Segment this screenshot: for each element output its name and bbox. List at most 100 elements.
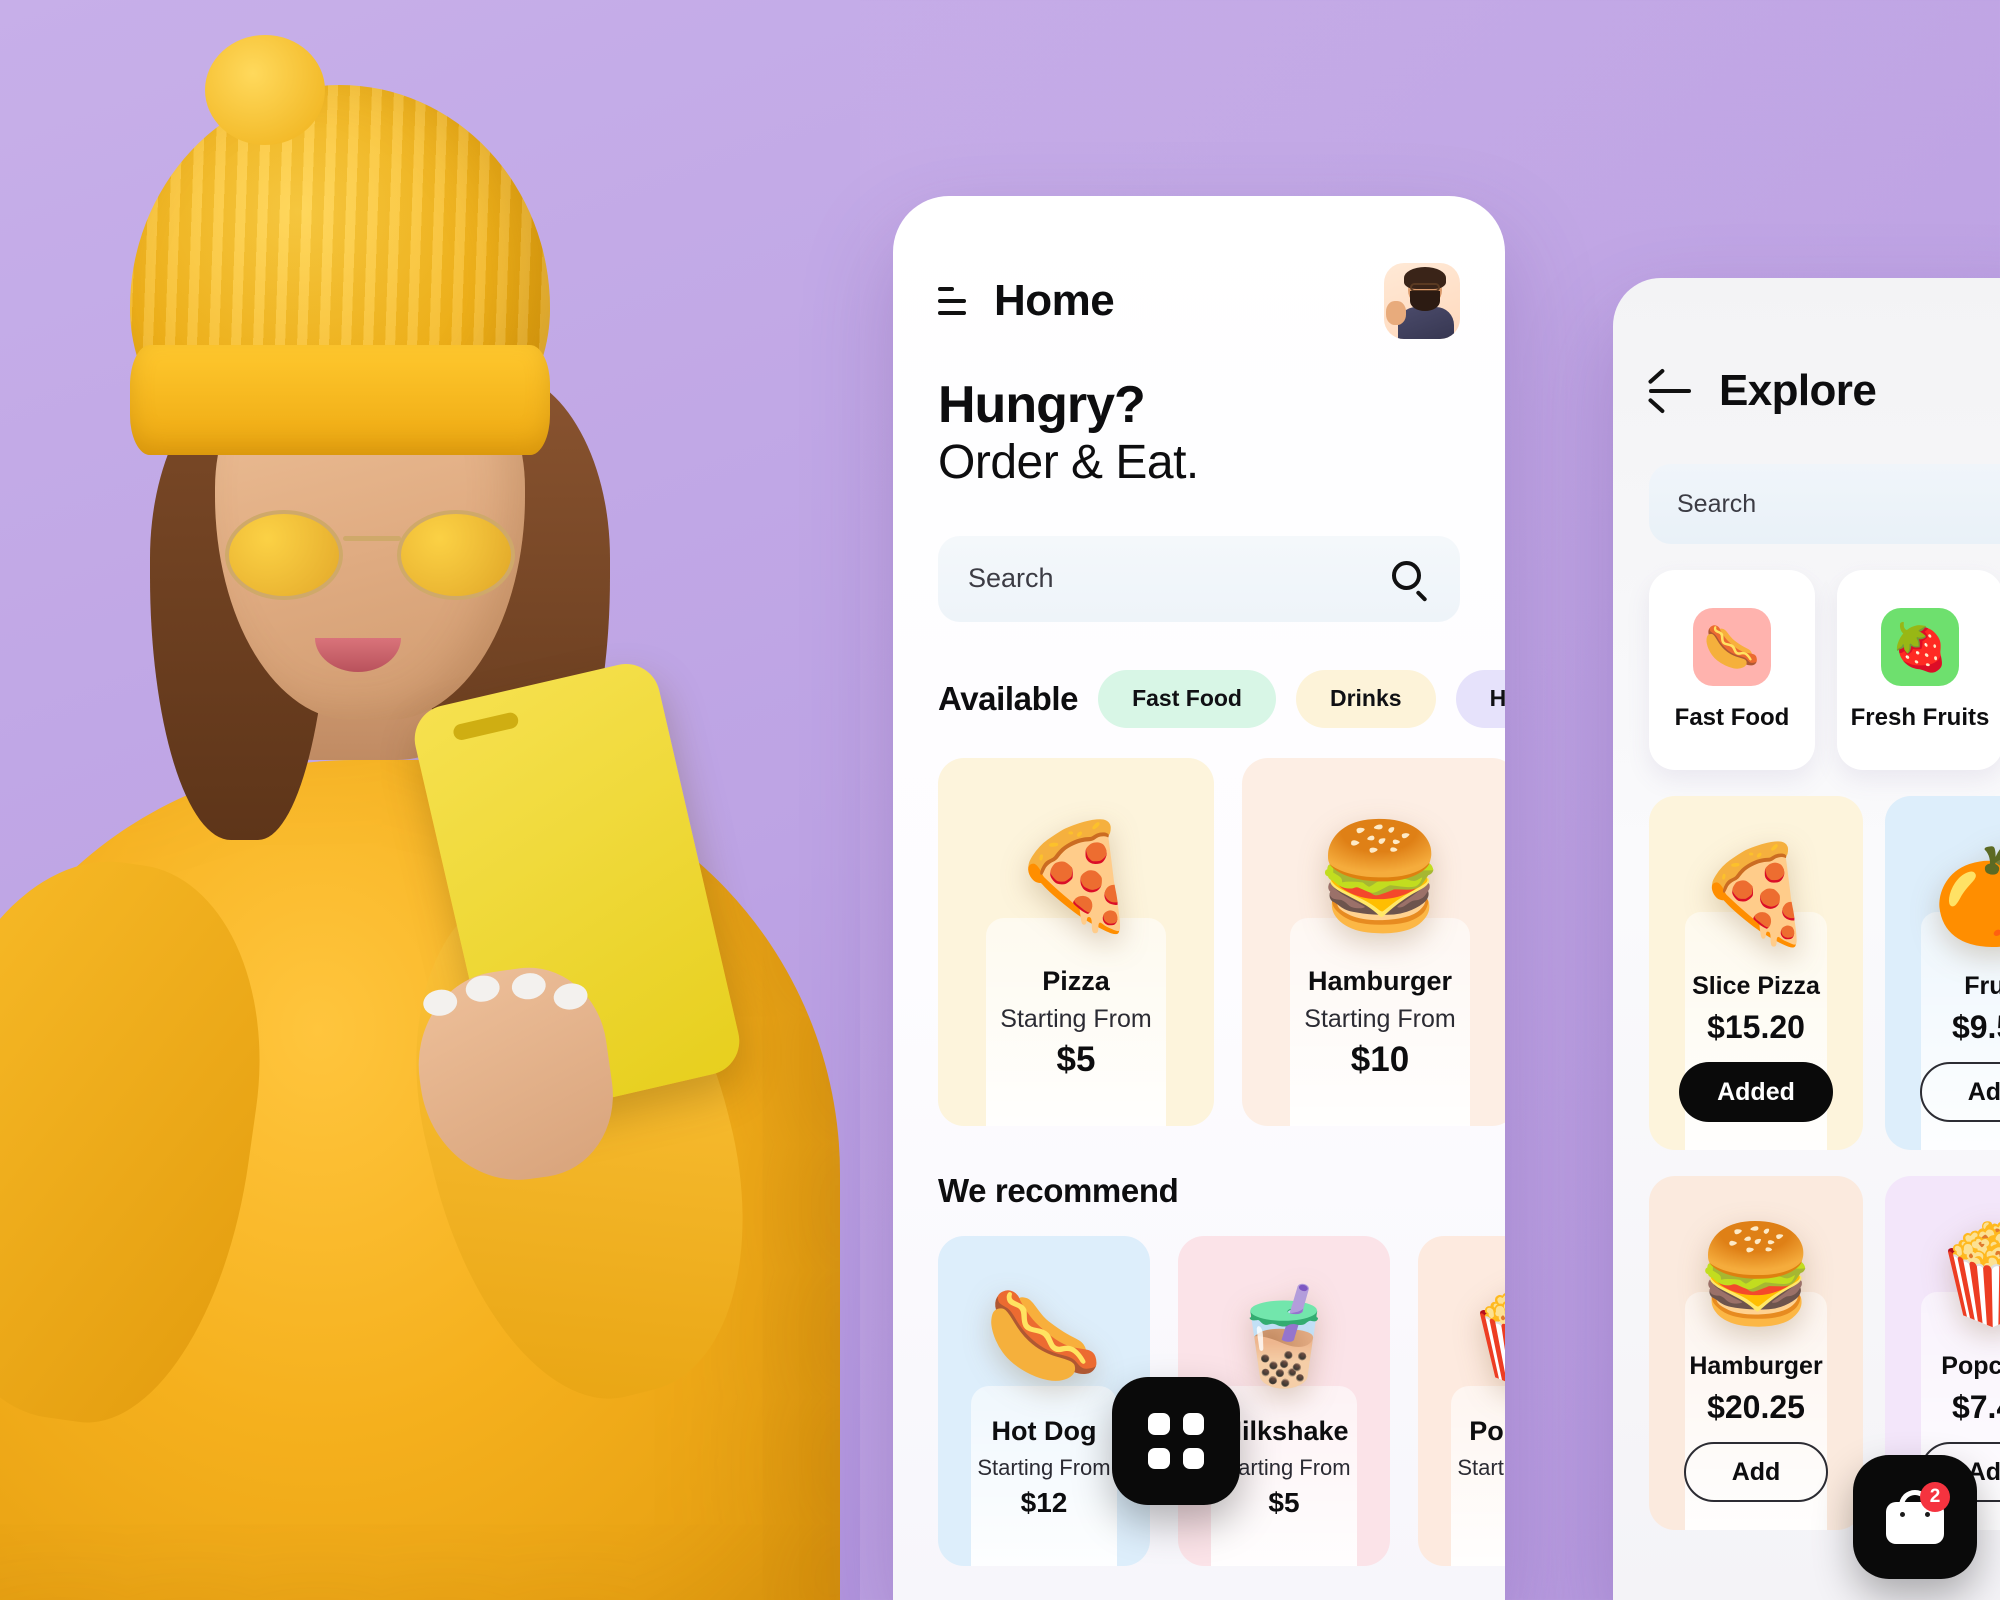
- food-name: Popcorn: [1469, 1415, 1505, 1446]
- hero-photo: [0, 0, 860, 1600]
- product-card-slice-pizza[interactable]: 🍕 Slice Pizza $15.20 Added: [1649, 796, 1863, 1150]
- chip-label: Drinks: [1329, 685, 1402, 712]
- mouth: [315, 638, 401, 672]
- hero-heading: Hungry? Order & Eat.: [938, 376, 1460, 492]
- food-price: $10: [1350, 1039, 1410, 1079]
- apps-grid-fab[interactable]: [1112, 1377, 1240, 1505]
- hamburger-icon: 🍔: [1696, 1200, 1816, 1350]
- search-placeholder: Search: [1677, 489, 1757, 518]
- hamburger-icon: 🍔: [1315, 792, 1445, 962]
- food-card-pizza[interactable]: 🍕 Pizza Starting From $5: [938, 757, 1214, 1126]
- fingernail: [464, 973, 502, 1004]
- popcorn-emoji: 🍿: [1932, 1221, 2000, 1328]
- added-button[interactable]: Added: [1679, 1062, 1833, 1122]
- available-cards: 🍕 Pizza Starting From $5 🍔 Hamburger Sta…: [938, 757, 1505, 1126]
- search-input[interactable]: Search: [938, 535, 1460, 622]
- hot-dog-emoji: 🌭: [984, 1282, 1104, 1390]
- popcorn-emoji: 🍿: [1464, 1288, 1505, 1385]
- milkshake-icon: 🧋: [1224, 1262, 1344, 1412]
- food-name: Hot Dog: [991, 1415, 1097, 1446]
- chip-label: Healthy: [1489, 685, 1505, 712]
- available-filter-row: Available Fast Food Drinks Healthy: [938, 669, 1505, 728]
- beanie-pom: [205, 35, 325, 145]
- search-input[interactable]: Search: [1649, 464, 2000, 544]
- available-label: Available: [938, 679, 1079, 717]
- strawberry-emoji: 🍓: [1891, 620, 1949, 673]
- grid-dot: [1182, 1447, 1204, 1469]
- grid-dot: [1148, 1447, 1170, 1469]
- phone-mockup-explore: Explore Search 🌭 Fast Food 🍓 Fresh Fruit…: [1613, 278, 2000, 1600]
- chip-healthy[interactable]: Healthy: [1455, 669, 1505, 728]
- product-name: Fruit: [1964, 972, 2000, 1000]
- food-card-hamburger[interactable]: 🍔 Hamburger Starting From $10: [1242, 757, 1505, 1126]
- product-name: Hamburger: [1689, 1352, 1823, 1380]
- hero-line-1: Hungry?: [938, 376, 1146, 434]
- chip-fast-food[interactable]: Fast Food: [1098, 669, 1276, 728]
- hot-dog-icon: 🌭: [1693, 608, 1771, 686]
- hamburger-emoji: 🍔: [1315, 818, 1445, 935]
- food-card-popcorn[interactable]: 🍿 Popcorn Starting From $8: [1418, 1235, 1505, 1566]
- product-name: Slice Pizza: [1692, 972, 1820, 1000]
- popcorn-icon: 🍿: [1464, 1262, 1505, 1412]
- category-label: Fast Food: [1674, 704, 1790, 731]
- avatar[interactable]: [1384, 263, 1460, 339]
- lens-right: [397, 510, 515, 600]
- hamburger-menu-icon[interactable]: [938, 287, 966, 315]
- food-price: $12: [1020, 1486, 1068, 1518]
- category-tile-fresh-fruits[interactable]: 🍓 Fresh Fruits: [1837, 570, 2000, 770]
- grid-dot: [1148, 1413, 1170, 1435]
- food-price: $5: [1268, 1486, 1300, 1518]
- cart-fab[interactable]: 2: [1853, 1455, 1977, 1579]
- search-icon[interactable]: [1390, 559, 1430, 602]
- product-card-hamburger[interactable]: 🍔 Hamburger $20.25 Add: [1649, 1176, 1863, 1530]
- food-subtitle: Starting From: [1304, 1004, 1456, 1033]
- chip-drinks[interactable]: Drinks: [1295, 669, 1436, 728]
- popcorn-icon: 🍿: [1932, 1200, 2000, 1350]
- product-grid-row-1: 🍕 Slice Pizza $15.20 Added 🍊 Fruit $9.50…: [1649, 796, 2000, 1150]
- page-title: Explore: [1719, 366, 1877, 415]
- cart-badge: 2: [1920, 1482, 1950, 1512]
- pizza-slice-icon: 🍕: [1011, 792, 1141, 962]
- hamburger-emoji: 🍔: [1696, 1221, 1816, 1328]
- home-topbar: Home: [938, 263, 1460, 339]
- category-tiles: 🌭 Fast Food 🍓 Fresh Fruits 🥤 Drinks: [1649, 570, 2000, 770]
- glasses-bridge: [343, 536, 401, 541]
- product-price: $7.40: [1951, 1389, 2000, 1425]
- model-illustration: [0, 0, 860, 1600]
- bag-stud: [1925, 1512, 1930, 1517]
- food-price: $5: [1056, 1039, 1096, 1079]
- fruit-icon: 🍊: [1932, 820, 2000, 970]
- add-button[interactable]: Add: [1919, 1062, 2000, 1122]
- explore-topbar: Explore: [1647, 360, 2000, 422]
- fingernail: [510, 970, 548, 1002]
- grid-dot: [1182, 1413, 1204, 1435]
- page-title: Home: [994, 276, 1115, 325]
- back-arrow-icon[interactable]: [1647, 368, 1693, 414]
- sunglasses: [225, 510, 515, 600]
- product-price: $15.20: [1707, 1009, 1805, 1045]
- chip-label: Fast Food: [1132, 685, 1242, 712]
- recommend-section-title: We recommend: [938, 1171, 1179, 1209]
- product-name: Popcorn: [1941, 1352, 2000, 1380]
- avatar-beard: [1410, 291, 1440, 311]
- food-name: Pizza: [1042, 965, 1110, 996]
- product-price: $20.25: [1707, 1389, 1805, 1425]
- fruit-emoji: 🍊: [1932, 841, 2000, 948]
- add-button[interactable]: Add: [1683, 1442, 1829, 1502]
- pizza-emoji: 🍕: [1011, 818, 1141, 935]
- milkshake-emoji: 🧋: [1224, 1282, 1344, 1390]
- product-card-fruit[interactable]: 🍊 Fruit $9.50 Add: [1885, 796, 2000, 1150]
- lens-left: [225, 510, 343, 600]
- food-price: $8: [1457, 1487, 1505, 1519]
- bag-stud: [1900, 1512, 1905, 1517]
- shopping-bag-icon: 2: [1886, 1482, 1950, 1544]
- category-tile-fast-food[interactable]: 🌭 Fast Food: [1649, 570, 1815, 770]
- hero-line-2: Order & Eat.: [938, 436, 1199, 490]
- strawberry-icon: 🍓: [1881, 608, 1959, 686]
- hot-dog-icon: 🌭: [984, 1262, 1104, 1412]
- food-subtitle: Starting From: [1000, 1004, 1152, 1033]
- category-label: Fresh Fruits: [1850, 704, 1990, 731]
- product-price: $9.50: [1951, 1009, 2000, 1045]
- food-name: Hamburger: [1307, 965, 1453, 996]
- pizza-slice-icon: 🍕: [1696, 820, 1816, 970]
